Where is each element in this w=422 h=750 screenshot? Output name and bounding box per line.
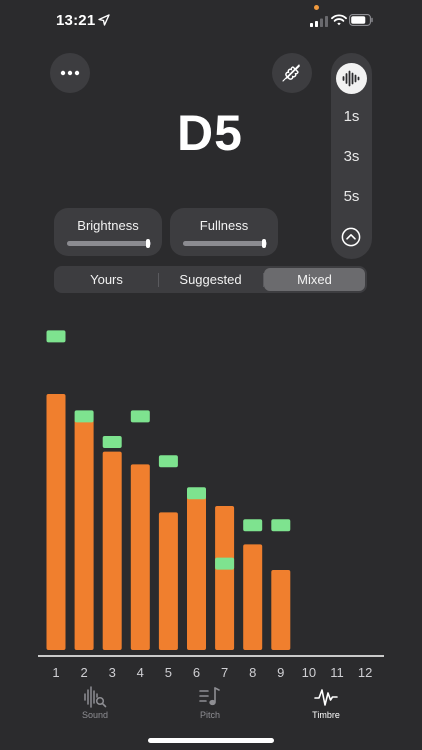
- harmonic-bar-4: [130, 464, 150, 650]
- tab-bar: Sound Pitch Timbre: [0, 682, 422, 728]
- harmonic-marker-4: [130, 410, 150, 423]
- tab-sound-label: Sound: [81, 710, 109, 720]
- harmonic-bar-2: [74, 419, 94, 650]
- waveform-icon: [342, 70, 360, 87]
- harmonic-marker-3: [102, 436, 122, 448]
- waveform-path-icon: [314, 689, 338, 706]
- fullness-slider-thumb[interactable]: [262, 239, 266, 248]
- fullness-slider[interactable]: [183, 239, 267, 248]
- battery-icon: [349, 14, 373, 26]
- status-time: 13:21: [56, 12, 96, 29]
- fullness-slider-fill: [183, 241, 267, 246]
- cellular-signal-icon: [310, 16, 328, 27]
- waveform-magnifier-icon: [84, 686, 107, 708]
- note-name: D5: [177, 105, 243, 161]
- brightness-slider[interactable]: [67, 239, 151, 248]
- chevron-up-circle-icon[interactable]: [341, 227, 361, 247]
- x-tick-label-7: 7: [221, 665, 228, 680]
- harmonic-bar-6: [187, 496, 206, 650]
- brightness-slider-fill: [67, 241, 151, 246]
- brightness-slider-thumb[interactable]: [146, 239, 150, 248]
- harmonic-bar-8: [243, 544, 263, 650]
- x-tick-label-10: 10: [302, 665, 316, 680]
- brightness-slider-card: Brightness: [54, 208, 162, 256]
- harmonic-marker-9: [271, 519, 291, 532]
- harmonics-chart: 1 2 3 4 5 6 7 8 9 10 11 12: [38, 330, 384, 680]
- fullness-label: Fullness: [199, 218, 249, 233]
- harmonic-marker-7: [215, 557, 235, 570]
- tab-timbre-label: Timbre: [312, 710, 340, 720]
- ellipsis-icon: [60, 70, 80, 76]
- segment-suggested[interactable]: Suggested: [160, 268, 261, 291]
- home-indicator: [148, 738, 274, 743]
- duration-panel: 1s 3s 5s: [331, 53, 372, 259]
- x-tick-label-5: 5: [165, 665, 172, 680]
- harmonic-marker-2: [74, 410, 94, 423]
- x-tick-label-3: 3: [109, 665, 116, 680]
- instrument-button[interactable]: [272, 53, 312, 93]
- harmonic-bar-1: [46, 394, 66, 650]
- music-note-list-icon: [199, 687, 220, 706]
- harmonic-bar-5: [158, 512, 178, 650]
- wifi-icon: [331, 14, 347, 26]
- harmonic-bar-7: [215, 506, 235, 650]
- x-tick-label-6: 6: [193, 665, 200, 680]
- harmonic-bar-3: [102, 451, 122, 650]
- harmonic-marker-6: [187, 487, 206, 500]
- x-tick-label-1: 1: [52, 665, 59, 680]
- source-segmented-control: Yours Suggested Mixed: [54, 266, 367, 293]
- tab-timbre[interactable]: Timbre: [286, 682, 366, 720]
- x-tick-label-2: 2: [80, 665, 87, 680]
- tab-pitch-label: Pitch: [199, 710, 220, 720]
- x-tick-label-11: 11: [330, 665, 344, 680]
- x-tick-label-8: 8: [249, 665, 256, 680]
- location-arrow-icon: [98, 14, 110, 26]
- tab-sound[interactable]: Sound: [55, 682, 135, 720]
- segment-mixed[interactable]: Mixed: [264, 268, 365, 291]
- duration-option-1s[interactable]: 1s: [331, 108, 372, 125]
- privacy-indicator-dot: [314, 5, 319, 10]
- x-tick-label-4: 4: [137, 665, 144, 680]
- duration-option-3s[interactable]: 3s: [331, 148, 372, 165]
- play-sound-button[interactable]: [336, 63, 367, 94]
- brightness-label: Brightness: [77, 218, 139, 233]
- harmonic-marker-5: [158, 455, 178, 468]
- harmonic-marker-8: [243, 519, 263, 532]
- fullness-slider-card: Fullness: [170, 208, 278, 256]
- x-tick-label-12: 12: [358, 665, 372, 680]
- harmonic-marker-1: [46, 330, 66, 343]
- status-bar: 13:21: [0, 0, 422, 44]
- more-options-button[interactable]: [50, 53, 90, 93]
- duration-option-5s[interactable]: 5s: [331, 188, 372, 205]
- harmonic-bar-9: [271, 570, 291, 650]
- segment-yours[interactable]: Yours: [56, 268, 157, 291]
- x-tick-label-9: 9: [277, 665, 284, 680]
- segment-divider: [158, 273, 159, 287]
- tab-pitch[interactable]: Pitch: [170, 682, 250, 720]
- violin-icon: [282, 64, 300, 82]
